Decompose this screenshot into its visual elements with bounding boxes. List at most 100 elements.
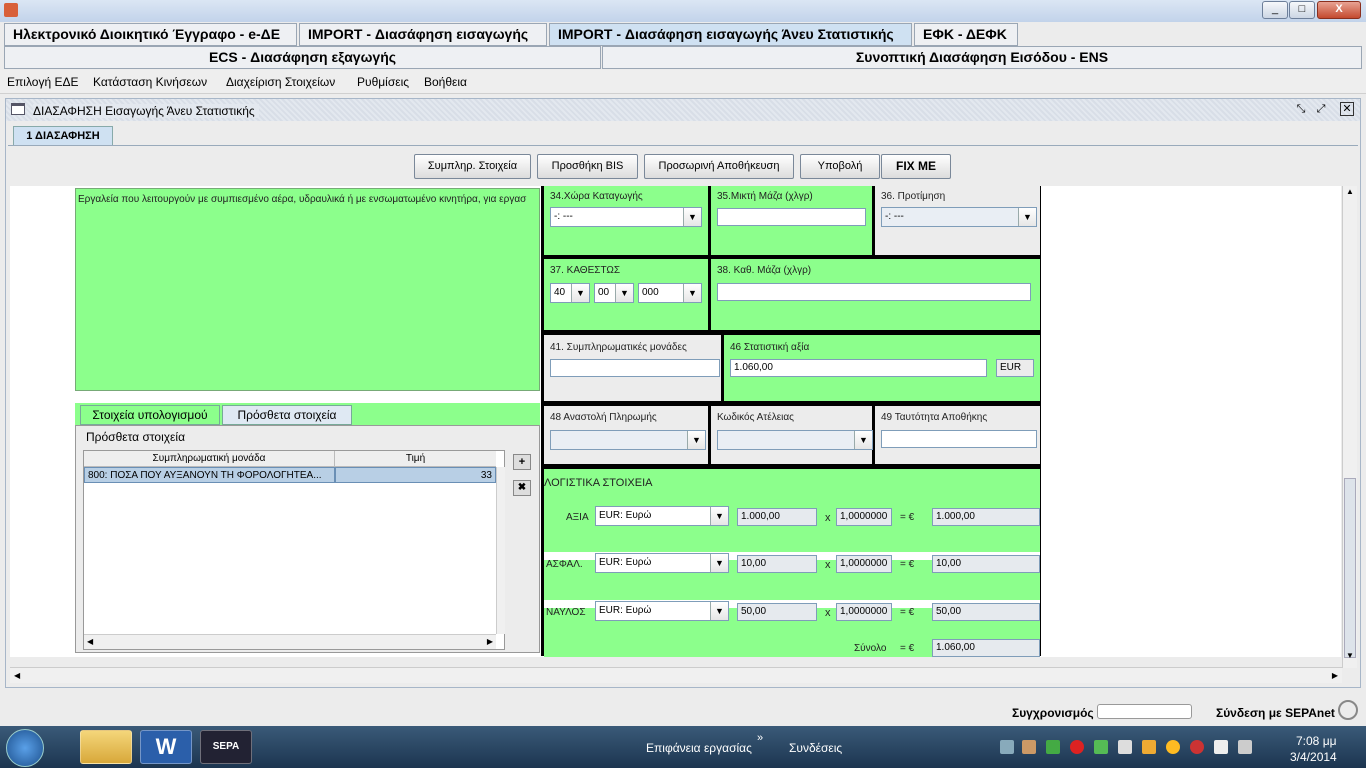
chevron-down-icon: ▼ [710, 554, 728, 572]
field-38-cell: 38. Καθ. Μάζα (χλγρ) [711, 259, 1040, 330]
menu-settings[interactable]: Ρυθμίσεις [357, 75, 409, 89]
content-vscroll[interactable]: ▲ ▼ [1342, 186, 1357, 668]
tab-ens[interactable]: Συνοπτική Διασάφηση Εισόδου - ENS [602, 46, 1362, 69]
procedure-select-c[interactable]: 000 ▼ [638, 283, 702, 303]
table-row-value[interactable]: 33 [335, 467, 496, 483]
tab-import-no-stats[interactable]: IMPORT - Διασάφηση εισαγωγής Άνευ Στατισ… [549, 23, 912, 46]
sepa-app-icon[interactable]: SEPA [200, 730, 252, 764]
add-bis-button[interactable]: Προσθήκη BIS [537, 154, 638, 179]
gross-mass-input[interactable] [717, 208, 866, 226]
field-46-cell: 46 Στατιστική αξία 1.060,00 EUR [724, 335, 1040, 401]
tools-icon[interactable] [1118, 740, 1132, 754]
wifi-icon[interactable] [1214, 740, 1228, 754]
menu-movements[interactable]: Κατάσταση Κινήσεων [93, 75, 207, 89]
field-46-label: 46 Στατιστική αξία [730, 342, 810, 353]
box-icon[interactable] [1022, 740, 1036, 754]
field-48-cell: 48 Αναστολή Πληρωμής ▼ [544, 406, 708, 464]
acct-row-insurance-amount[interactable]: 10,00 [737, 555, 817, 573]
word-icon[interactable]: W [140, 730, 192, 764]
acct-row-insurance-x: x [825, 559, 831, 571]
submit-button[interactable]: Υποβολή [800, 154, 880, 179]
start-button[interactable] [6, 729, 44, 767]
col-header-unit[interactable]: Συμπληρωματική μονάδα [84, 451, 335, 467]
tab-efk[interactable]: ΕΦΚ - ΔΕΦΚ [914, 23, 1018, 46]
opera-icon[interactable] [1070, 740, 1084, 754]
procedure-select-a[interactable]: 40 ▼ [550, 283, 590, 303]
goods-description-area[interactable]: Εργαλεία που λειτουργούν με συμπιεσμένο … [75, 188, 540, 391]
field-37-label: 37. ΚΑΘΕΣΤΩΣ [550, 265, 621, 276]
status-bar: Συγχρονισμός Σύνδεση με SEPAnet [0, 690, 1366, 726]
signal-icon[interactable] [1094, 740, 1108, 754]
acct-row-insurance-rate[interactable]: 1,0000000 [836, 555, 892, 573]
content-hscroll[interactable]: ◀ ▶ [10, 667, 1342, 683]
fix-me-button[interactable]: FIX ME [881, 154, 951, 179]
scroll-down-icon[interactable]: ▼ [1344, 651, 1356, 660]
drive-icon[interactable] [1046, 740, 1060, 754]
statistical-value-input[interactable]: 1.060,00 [730, 359, 987, 377]
acct-row-insurance-currency[interactable]: EUR: Ευρώ ▼ [595, 553, 729, 573]
flag-icon[interactable] [1142, 740, 1156, 754]
warehouse-id-input[interactable] [881, 430, 1037, 448]
tab-e-de[interactable]: Ηλεκτρονικό Διοικητικό Έγγραφο - e-ΔΕ [4, 23, 297, 46]
tab-import[interactable]: IMPORT - Διασάφηση εισαγωγής [299, 23, 547, 46]
statistical-currency: EUR [996, 359, 1034, 377]
acct-row-value-rate[interactable]: 1,0000000 [836, 508, 892, 526]
alert-icon[interactable] [1190, 740, 1204, 754]
minimize-button[interactable]: _ [1262, 1, 1288, 19]
supplementary-units-input[interactable] [550, 359, 720, 377]
acct-row-freight-rate[interactable]: 1,0000000 [836, 603, 892, 621]
additional-title: Πρόσθετα στοιχεία [86, 430, 186, 444]
tab-declaration-1[interactable]: 1 ΔΙΑΣΑΦΗΣΗ [13, 126, 113, 145]
field-35-cell: 35.Μικτή Μάζα (χλγρ) [711, 186, 872, 255]
expand-icon[interactable]: » [757, 732, 763, 744]
deferred-payment-select[interactable]: ▼ [550, 430, 706, 450]
tab-calculation[interactable]: Στοιχεία υπολογισμού [80, 405, 220, 425]
temp-save-button[interactable]: Προσωρινή Αποθήκευση [644, 154, 794, 179]
net-mass-input[interactable] [717, 283, 1031, 301]
preference-select[interactable]: -: --- ▼ [881, 207, 1037, 227]
frame-iconify-icon[interactable]: ⤡ [1294, 103, 1308, 116]
field-48-label: 48 Αναστολή Πληρωμής [550, 412, 657, 423]
complete-data-button[interactable]: Συμπληρ. Στοιχεία [414, 154, 531, 179]
declaration-content: Εργαλεία που λειτουργούν με συμπιεσμένο … [10, 186, 1341, 657]
clock-time[interactable]: 7:08 μμ [1296, 734, 1337, 748]
chevron-down-icon: ▼ [710, 602, 728, 620]
scroll-thumb[interactable] [1344, 478, 1356, 658]
acct-row-freight-currency[interactable]: EUR: Ευρώ ▼ [595, 601, 729, 621]
network-icon[interactable] [1000, 740, 1014, 754]
close-button[interactable]: X [1317, 1, 1361, 19]
sync-progress [1097, 704, 1192, 719]
exemption-select[interactable]: ▼ [717, 430, 873, 450]
chrome-icon[interactable] [1166, 740, 1180, 754]
clock-date[interactable]: 3/4/2014 [1290, 750, 1337, 764]
sepa-connection-label: Σύνδεση με SEPAnet [1216, 706, 1335, 720]
acct-row-insurance-currency-text: EUR: Ευρώ [599, 557, 652, 568]
acct-row-value-currency[interactable]: EUR: Ευρώ ▼ [595, 506, 729, 526]
volume-icon[interactable] [1238, 740, 1252, 754]
menu-help[interactable]: Βοήθεια [424, 75, 467, 89]
add-row-icon[interactable]: + [513, 454, 531, 470]
tab-ecs[interactable]: ECS - Διασάφηση εξαγωγής [4, 46, 601, 69]
frame-titlebar: ΔΙΑΣΑΦΗΣΗ Εισαγωγής Άνευ Στατιστικής ⤡ ⤢… [6, 99, 1360, 121]
col-header-value[interactable]: Τιμή [335, 451, 496, 467]
acct-row-value-amount[interactable]: 1.000,00 [737, 508, 817, 526]
scroll-up-icon[interactable]: ▲ [1344, 187, 1356, 196]
menu-bar: Επιλογή ΕΔΕ Κατάσταση Κινήσεων Διαχείρισ… [0, 70, 1366, 94]
procedure-select-b[interactable]: 00 ▼ [594, 283, 634, 303]
menu-data-management[interactable]: Διαχείριση Στοιχείων [226, 75, 335, 89]
desktop-toolbar[interactable]: Επιφάνεια εργασίας [646, 741, 752, 755]
acct-row-value-currency-text: EUR: Ευρώ [599, 510, 652, 521]
frame-maximize-icon[interactable]: ⤢ [1314, 103, 1328, 116]
menu-select-ede[interactable]: Επιλογή ΕΔΕ [7, 75, 78, 89]
table-row-unit[interactable]: 800: ΠΟΣΑ ΠΟΥ ΑΥΞΑΝΟΥΝ ΤΗ ΦΟΡΟΛΟΓΗΤΕΑ... [84, 467, 335, 483]
tab-additional[interactable]: Πρόσθετα στοιχεία [222, 405, 352, 425]
country-origin-select[interactable]: -: --- ▼ [550, 207, 702, 227]
links-toolbar[interactable]: Συνδέσεις [789, 741, 842, 755]
table-hscroll[interactable]: ◀ ▶ [84, 634, 496, 649]
table-vscroll[interactable] [496, 467, 505, 634]
acct-row-freight-amount[interactable]: 50,00 [737, 603, 817, 621]
explorer-icon[interactable] [80, 730, 132, 764]
maximize-button[interactable]: □ [1289, 1, 1315, 19]
remove-row-icon[interactable]: ✖ [513, 480, 531, 496]
frame-close-icon[interactable]: ✕ [1340, 102, 1354, 116]
